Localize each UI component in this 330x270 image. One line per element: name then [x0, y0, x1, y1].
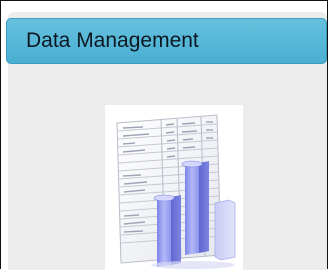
panel-header: Data Management [6, 18, 327, 64]
window-frame: Data Management [0, 0, 328, 270]
panel-title: Data Management [26, 29, 199, 52]
data-management-icon[interactable] [105, 105, 243, 270]
spreadsheet-chart-icon [105, 105, 243, 270]
